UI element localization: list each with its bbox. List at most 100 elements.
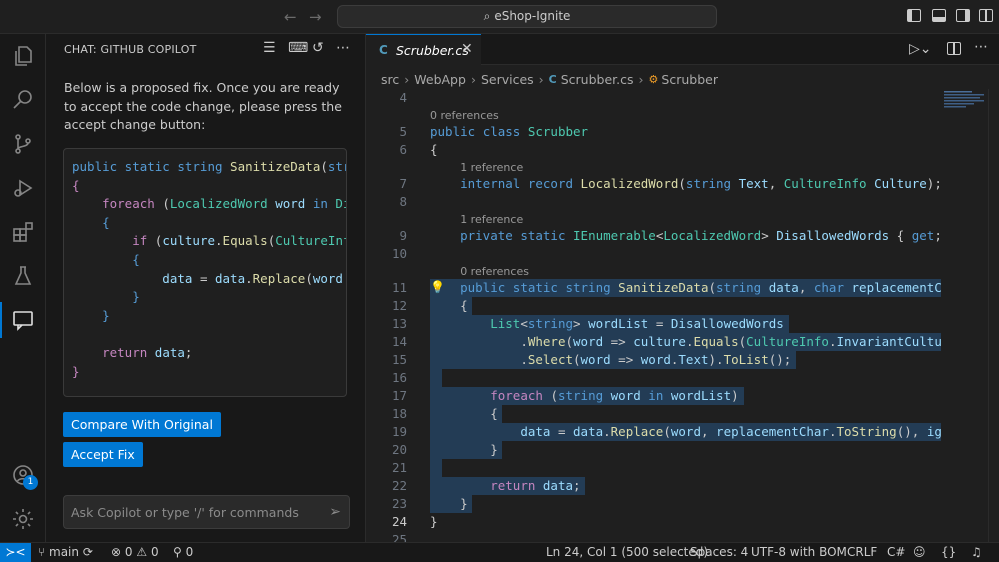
account-icon[interactable] <box>0 453 46 497</box>
more-icon[interactable]: ⋯ <box>336 40 350 56</box>
new-chat-icon[interactable]: ⌨ <box>288 40 308 56</box>
list-icon[interactable]: ☰ <box>263 40 276 56</box>
problems-status[interactable]: ⊗ 0 ⚠ 0 <box>111 545 159 559</box>
breadcrumb-item[interactable]: Scrubber <box>661 72 718 87</box>
code-line: .Where(word => culture.Equals(CultureInf… <box>520 334 941 349</box>
chat-message: Below is a proposed fix. Once you are re… <box>64 80 342 132</box>
code-line: { <box>72 252 140 267</box>
proposed-code-block: public static string SanitizeData(stri {… <box>63 148 347 397</box>
branch-icon: ⑂ <box>38 545 50 559</box>
explorer-icon[interactable] <box>0 34 46 78</box>
copilot-icon[interactable]: ☺ <box>913 545 926 559</box>
toggle-primary-sidebar-icon[interactable] <box>907 9 921 22</box>
split-editor-icon[interactable] <box>947 42 961 55</box>
line-number: 4 <box>399 90 407 105</box>
branch-status[interactable]: ⑂ main ⟳ <box>38 545 93 559</box>
chat-panel: CHAT: GITHUB COPILOT ☰ ⌨ ↺ ⋯ Below is a … <box>46 34 366 542</box>
indentation-status[interactable]: Spaces: 4 <box>690 545 748 559</box>
breadcrumb: src › WebApp › Services › C Scrubber.cs › ⚙ Sc… <box>381 69 718 89</box>
line-number: 12 <box>391 298 407 313</box>
breadcrumb-item[interactable]: WebApp <box>414 72 466 87</box>
line-number: 21 <box>391 460 407 475</box>
testing-icon[interactable] <box>0 254 46 298</box>
tab-scrubber-cs[interactable]: C Scrubber.cs ✕ <box>366 34 481 65</box>
search-icon[interactable] <box>0 78 46 122</box>
codelens-references[interactable]: 1 reference <box>460 212 523 228</box>
line-number: 13 <box>391 316 407 331</box>
toggle-panel-icon[interactable] <box>932 9 946 22</box>
editor-tab-bar: C Scrubber.cs ✕ ▷⌄ ⋯ <box>366 34 999 65</box>
line-number: 5 <box>399 124 407 139</box>
line-number: 7 <box>399 176 407 191</box>
line-number: 20 <box>391 442 407 457</box>
chat-icon[interactable] <box>0 298 46 342</box>
cursor-position[interactable]: Ln 24, Col 1 (500 selected) <box>546 545 708 559</box>
breadcrumb-item[interactable]: Services <box>481 72 534 87</box>
code-line: } <box>460 496 468 511</box>
eol-status[interactable]: CRLF <box>847 545 877 559</box>
minimap[interactable] <box>944 89 986 111</box>
command-center-label: eShop-Ignite <box>494 9 571 23</box>
extensions-icon[interactable] <box>0 210 46 254</box>
language-braces-icon[interactable]: {} <box>941 545 956 559</box>
customize-layout-icon[interactable] <box>979 9 993 22</box>
send-icon[interactable]: ➢ <box>329 504 341 520</box>
line-number: 25 <box>391 532 407 542</box>
chevron-right-icon: › <box>638 71 644 87</box>
code-editor[interactable]: 4 0 references 5 public class Scrubber 6 {1 r… <box>366 89 941 542</box>
more-actions-icon[interactable]: ⋯ <box>974 39 989 55</box>
codelens-references[interactable]: 0 references <box>460 264 529 280</box>
selection-highlight <box>430 459 442 477</box>
arrow-left-icon[interactable]: ← <box>284 8 297 26</box>
code-line: foreach (string word in wordList) <box>490 388 739 403</box>
run-icon[interactable]: ▷⌄ <box>909 41 932 57</box>
close-icon[interactable]: ✕ <box>461 41 473 57</box>
lightbulb-icon[interactable]: 💡 <box>430 280 445 294</box>
command-center-search[interactable]: ⌕ eShop-Ignite <box>337 5 717 28</box>
run-debug-icon[interactable] <box>0 166 46 210</box>
compare-with-original-button[interactable]: Compare With Original <box>63 412 221 437</box>
remote-icon[interactable]: ≻< <box>0 543 31 562</box>
code-line: private static IEnumerable<LocalizedWord… <box>460 228 941 243</box>
history-icon[interactable]: ↺ <box>312 40 324 56</box>
chevron-right-icon: › <box>470 71 476 87</box>
source-control-icon[interactable] <box>0 122 46 166</box>
broadcast-icon: ⚲ <box>173 545 182 559</box>
chat-input[interactable]: Ask Copilot or type '/' for commands ➢ <box>63 495 350 529</box>
code-line: internal record LocalizedWord(string Tex… <box>460 176 941 191</box>
encoding-status[interactable]: UTF-8 with BOM <box>751 545 847 559</box>
codelens-references[interactable]: 1 reference <box>460 160 523 176</box>
breadcrumb-item[interactable]: src <box>381 72 399 87</box>
ports-status[interactable]: ⚲ 0 <box>173 545 193 559</box>
toggle-secondary-sidebar-icon[interactable] <box>956 9 970 22</box>
line-number: 16 <box>391 370 407 385</box>
line-number: 23 <box>391 496 407 511</box>
accept-fix-button[interactable]: Accept Fix <box>63 442 143 467</box>
error-icon: ⊗ <box>111 545 122 559</box>
editor-area: C Scrubber.cs ✕ ▷⌄ ⋯ src › WebApp › Servic… <box>366 34 999 542</box>
line-number: 10 <box>391 246 407 261</box>
status-bar: ≻< ⑂ main ⟳ ⊗ 0 ⚠ 0 ⚲ 0 Ln 24, Col 1 (50… <box>0 542 999 562</box>
code-line: .Select(word => word.Text).ToList(); <box>520 352 792 367</box>
selection-highlight <box>430 369 442 387</box>
code-line: if (culture.Equals(CultureInfo <box>72 233 346 248</box>
ports-count: 0 <box>185 545 194 559</box>
breadcrumb-item[interactable]: Scrubber.cs <box>561 72 634 87</box>
class-icon: ⚙ <box>648 72 659 86</box>
branch-name: main <box>49 545 79 559</box>
line-number: 19 <box>391 424 407 439</box>
vertical-scrollbar[interactable] <box>988 89 999 542</box>
code-line: public static string SanitizeData(stri <box>72 159 346 174</box>
arrow-right-icon[interactable]: → <box>309 8 322 26</box>
code-line: List<string> wordList = DisallowedWords <box>490 316 784 331</box>
line-number: 15 <box>391 352 407 367</box>
bell-icon[interactable]: ♫ <box>971 545 982 559</box>
line-number: 24 <box>391 514 407 529</box>
line-number: 14 <box>391 334 407 349</box>
language-status[interactable]: C# <box>887 545 905 559</box>
account-badge: 1 <box>23 475 38 490</box>
line-number: 8 <box>399 194 407 209</box>
codelens-references[interactable]: 0 references <box>430 108 499 124</box>
chat-panel-title: CHAT: GITHUB COPILOT <box>64 43 197 56</box>
gear-icon[interactable] <box>0 497 46 541</box>
